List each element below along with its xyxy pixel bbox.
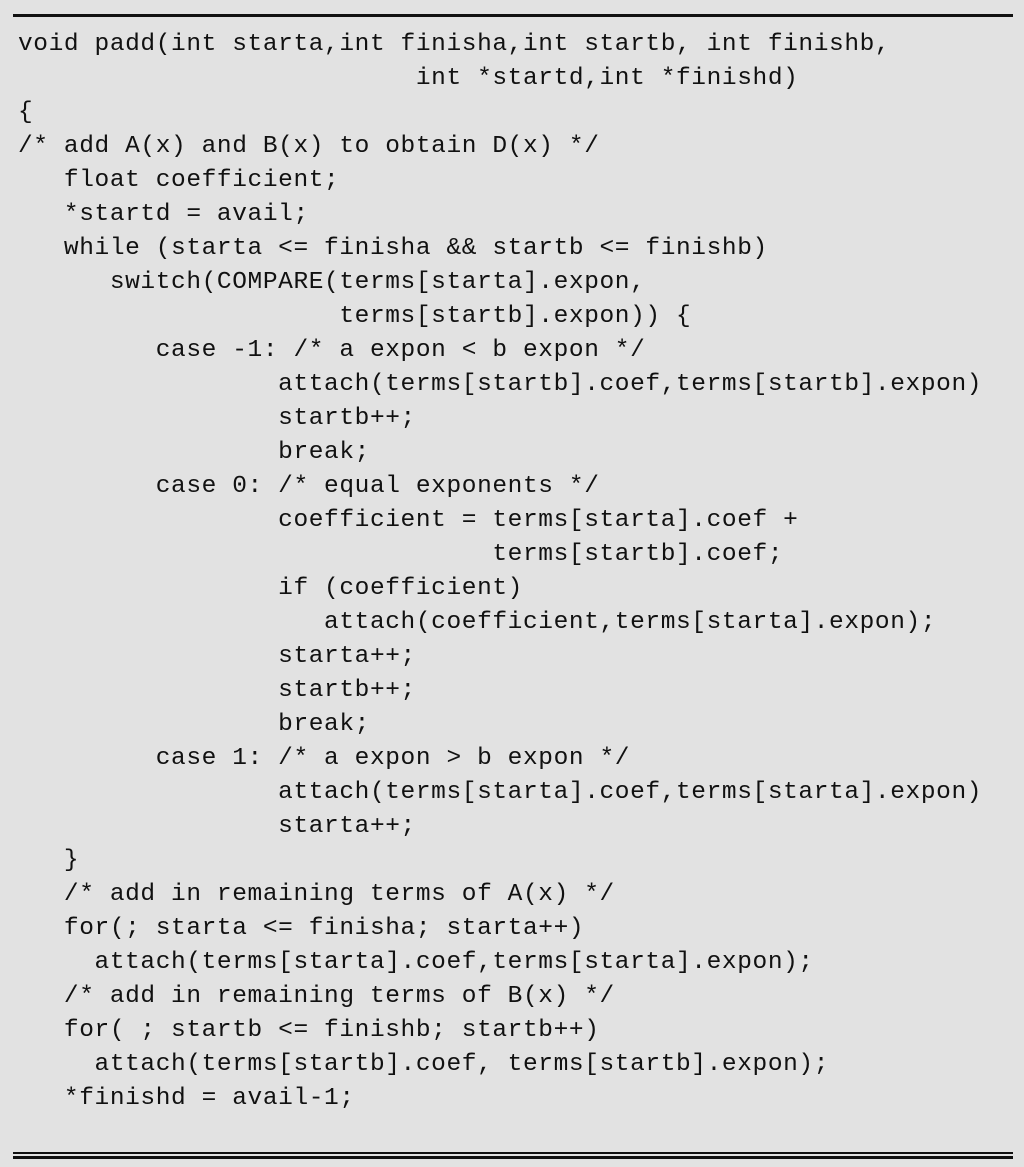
code-line: /* add in remaining terms of A(x) */ xyxy=(18,881,615,908)
code-line: for(; starta <= finisha; starta++) xyxy=(18,915,585,942)
code-line: terms[startb].expon)) { xyxy=(18,303,692,330)
code-line: terms[startb].coef; xyxy=(18,541,784,568)
code-block: void padd(int starta,int finisha,int sta… xyxy=(0,28,1024,1118)
code-line: case 1: /* a expon > b expon */ xyxy=(18,745,631,772)
code-line: { xyxy=(18,99,34,126)
code-line: case 0: /* equal exponents */ xyxy=(18,473,600,500)
code-line: } xyxy=(0,1116,1024,1118)
code-line: void padd(int starta,int finisha,int sta… xyxy=(18,31,891,58)
code-line: coefficient = terms[starta].coef + xyxy=(18,507,799,534)
bottom-horizontal-rule xyxy=(13,1152,1013,1159)
code-line: attach(terms[starta].coef,terms[starta].… xyxy=(18,779,983,806)
code-line: float coefficient; xyxy=(18,167,340,194)
code-listing-figure: void padd(int starta,int finisha,int sta… xyxy=(0,0,1024,1167)
code-line: while (starta <= finisha && startb <= fi… xyxy=(18,235,768,262)
code-line: *finishd = avail-1; xyxy=(18,1085,355,1112)
code-line: attach(coefficient,terms[starta].expon); xyxy=(18,609,937,636)
bottom-rule-thin-line xyxy=(13,1152,1013,1154)
code-line: startb++; xyxy=(18,405,416,432)
code-line: if (coefficient) xyxy=(18,575,523,602)
top-horizontal-rule xyxy=(13,14,1013,17)
code-line: attach(terms[starta].coef,terms[starta].… xyxy=(18,949,814,976)
code-line: starta++; xyxy=(18,643,416,670)
code-line: *startd = avail; xyxy=(18,201,309,228)
code-line: startb++; xyxy=(18,677,416,704)
code-line: } xyxy=(18,847,80,874)
code-line: /* add A(x) and B(x) to obtain D(x) */ xyxy=(18,133,600,160)
code-line: starta++; xyxy=(18,813,416,840)
code-line: /* add in remaining terms of B(x) */ xyxy=(18,983,615,1010)
code-line: attach(terms[startb].coef, terms[startb]… xyxy=(18,1051,830,1078)
code-line: break; xyxy=(18,439,370,466)
bottom-rule-thick-line xyxy=(13,1156,1013,1159)
code-line: switch(COMPARE(terms[starta].expon, xyxy=(18,269,646,296)
code-line: for( ; startb <= finishb; startb++) xyxy=(18,1017,600,1044)
code-line: attach(terms[startb].coef,terms[startb].… xyxy=(18,371,983,398)
code-line: int *startd,int *finishd) xyxy=(18,65,799,92)
code-line: case -1: /* a expon < b expon */ xyxy=(18,337,646,364)
code-line: break; xyxy=(18,711,370,738)
